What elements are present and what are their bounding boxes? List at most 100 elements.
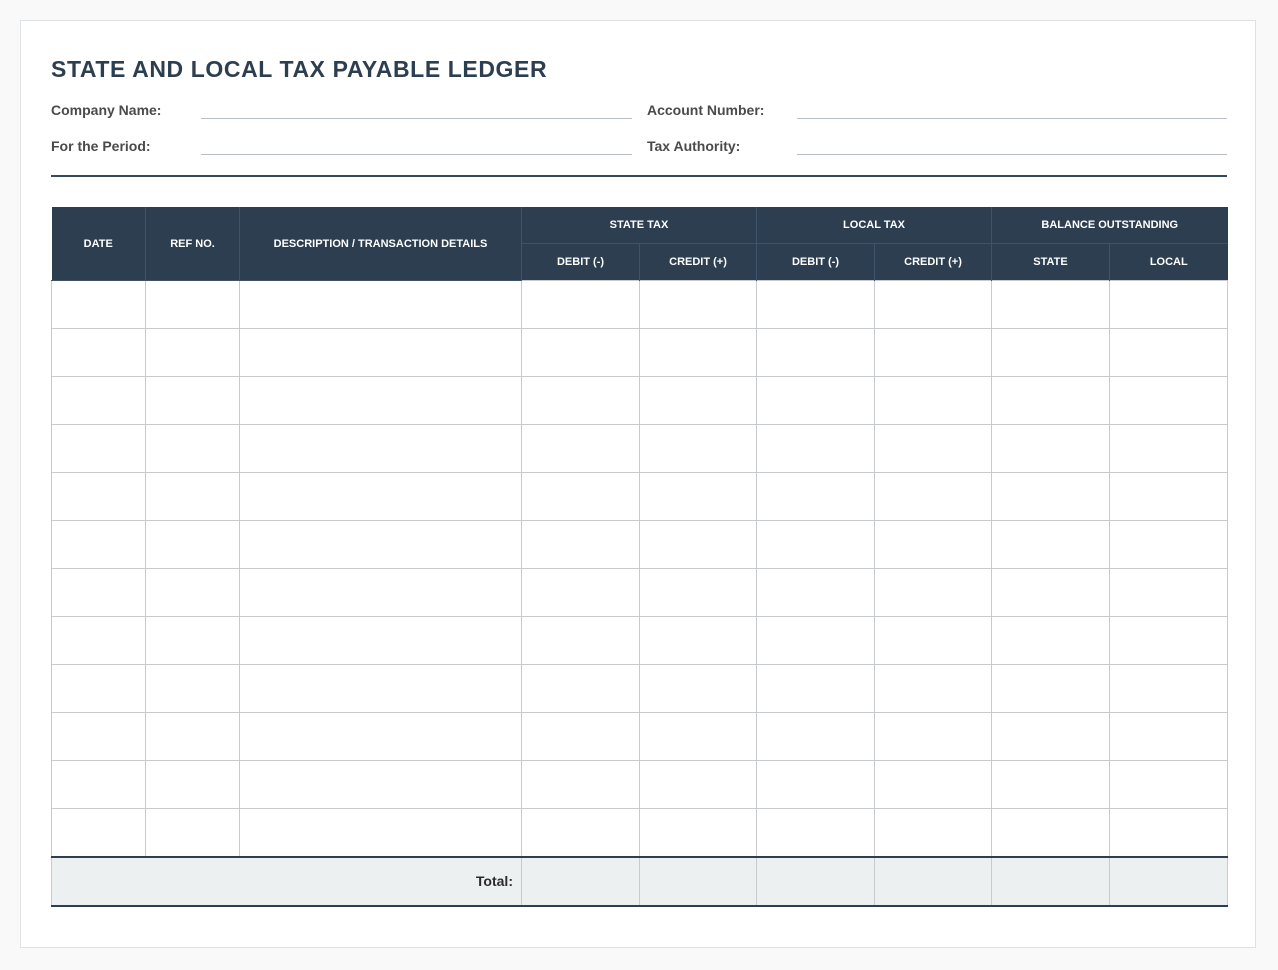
description-cell[interactable] — [239, 808, 522, 857]
total-balance-state[interactable] — [991, 855, 1111, 907]
balance-local-cell[interactable] — [1109, 328, 1229, 377]
ref-no-cell[interactable] — [145, 712, 240, 761]
date-cell[interactable] — [51, 664, 146, 713]
state-debit-cell[interactable] — [521, 712, 640, 761]
local-debit-cell[interactable] — [756, 328, 876, 377]
balance-state-cell[interactable] — [991, 760, 1111, 809]
local-debit-cell[interactable] — [756, 376, 876, 425]
local-credit-cell[interactable] — [874, 328, 993, 377]
ref-no-cell[interactable] — [145, 808, 240, 857]
state-credit-cell[interactable] — [638, 424, 758, 473]
local-debit-cell[interactable] — [756, 280, 876, 329]
balance-state-cell[interactable] — [991, 808, 1111, 857]
local-debit-cell[interactable] — [756, 808, 876, 857]
local-debit-cell[interactable] — [756, 760, 876, 809]
local-credit-cell[interactable] — [874, 280, 993, 329]
date-cell[interactable] — [51, 760, 146, 809]
local-credit-cell[interactable] — [874, 616, 993, 665]
state-credit-cell[interactable] — [638, 712, 758, 761]
balance-state-cell[interactable] — [991, 376, 1111, 425]
description-cell[interactable] — [239, 712, 522, 761]
local-credit-cell[interactable] — [874, 376, 993, 425]
period-field[interactable] — [201, 154, 632, 155]
description-cell[interactable] — [239, 328, 522, 377]
balance-local-cell[interactable] — [1109, 568, 1229, 617]
local-credit-cell[interactable] — [874, 760, 993, 809]
description-cell[interactable] — [239, 664, 522, 713]
state-credit-cell[interactable] — [638, 328, 758, 377]
company-name-field[interactable] — [201, 118, 632, 119]
ref-no-cell[interactable] — [145, 568, 240, 617]
local-debit-cell[interactable] — [756, 568, 876, 617]
local-credit-cell[interactable] — [874, 808, 993, 857]
date-cell[interactable] — [51, 520, 146, 569]
date-cell[interactable] — [51, 424, 146, 473]
state-credit-cell[interactable] — [638, 280, 758, 329]
tax-authority-field[interactable] — [797, 154, 1227, 155]
local-debit-cell[interactable] — [756, 712, 876, 761]
state-debit-cell[interactable] — [521, 760, 640, 809]
total-state-credit[interactable] — [638, 855, 758, 907]
state-credit-cell[interactable] — [638, 808, 758, 857]
description-cell[interactable] — [239, 472, 522, 521]
total-balance-local[interactable] — [1109, 855, 1229, 907]
description-cell[interactable] — [239, 616, 522, 665]
state-debit-cell[interactable] — [521, 472, 640, 521]
balance-state-cell[interactable] — [991, 424, 1111, 473]
description-cell[interactable] — [239, 760, 522, 809]
date-cell[interactable] — [51, 616, 146, 665]
state-credit-cell[interactable] — [638, 664, 758, 713]
balance-local-cell[interactable] — [1109, 664, 1229, 713]
local-credit-cell[interactable] — [874, 664, 993, 713]
date-cell[interactable] — [51, 472, 146, 521]
state-debit-cell[interactable] — [521, 808, 640, 857]
state-debit-cell[interactable] — [521, 328, 640, 377]
balance-local-cell[interactable] — [1109, 472, 1229, 521]
state-debit-cell[interactable] — [521, 664, 640, 713]
state-credit-cell[interactable] — [638, 520, 758, 569]
date-cell[interactable] — [51, 712, 146, 761]
local-credit-cell[interactable] — [874, 520, 993, 569]
balance-state-cell[interactable] — [991, 472, 1111, 521]
description-cell[interactable] — [239, 568, 522, 617]
total-state-debit[interactable] — [521, 855, 640, 907]
balance-local-cell[interactable] — [1109, 760, 1229, 809]
local-debit-cell[interactable] — [756, 616, 876, 665]
description-cell[interactable] — [239, 520, 522, 569]
balance-local-cell[interactable] — [1109, 520, 1229, 569]
balance-local-cell[interactable] — [1109, 280, 1229, 329]
local-credit-cell[interactable] — [874, 472, 993, 521]
balance-state-cell[interactable] — [991, 328, 1111, 377]
description-cell[interactable] — [239, 376, 522, 425]
ref-no-cell[interactable] — [145, 760, 240, 809]
ref-no-cell[interactable] — [145, 664, 240, 713]
balance-local-cell[interactable] — [1109, 424, 1229, 473]
account-number-field[interactable] — [797, 118, 1227, 119]
date-cell[interactable] — [51, 328, 146, 377]
local-debit-cell[interactable] — [756, 664, 876, 713]
description-cell[interactable] — [239, 280, 522, 329]
state-credit-cell[interactable] — [638, 472, 758, 521]
ref-no-cell[interactable] — [145, 520, 240, 569]
state-debit-cell[interactable] — [521, 616, 640, 665]
balance-local-cell[interactable] — [1109, 808, 1229, 857]
state-credit-cell[interactable] — [638, 760, 758, 809]
local-debit-cell[interactable] — [756, 424, 876, 473]
ref-no-cell[interactable] — [145, 424, 240, 473]
balance-local-cell[interactable] — [1109, 616, 1229, 665]
ref-no-cell[interactable] — [145, 616, 240, 665]
total-local-credit[interactable] — [874, 855, 993, 907]
local-debit-cell[interactable] — [756, 472, 876, 521]
ref-no-cell[interactable] — [145, 328, 240, 377]
ref-no-cell[interactable] — [145, 472, 240, 521]
date-cell[interactable] — [51, 376, 146, 425]
description-cell[interactable] — [239, 424, 522, 473]
balance-state-cell[interactable] — [991, 616, 1111, 665]
state-credit-cell[interactable] — [638, 568, 758, 617]
balance-state-cell[interactable] — [991, 664, 1111, 713]
ref-no-cell[interactable] — [145, 280, 240, 329]
balance-state-cell[interactable] — [991, 712, 1111, 761]
balance-local-cell[interactable] — [1109, 376, 1229, 425]
date-cell[interactable] — [51, 568, 146, 617]
ref-no-cell[interactable] — [145, 376, 240, 425]
